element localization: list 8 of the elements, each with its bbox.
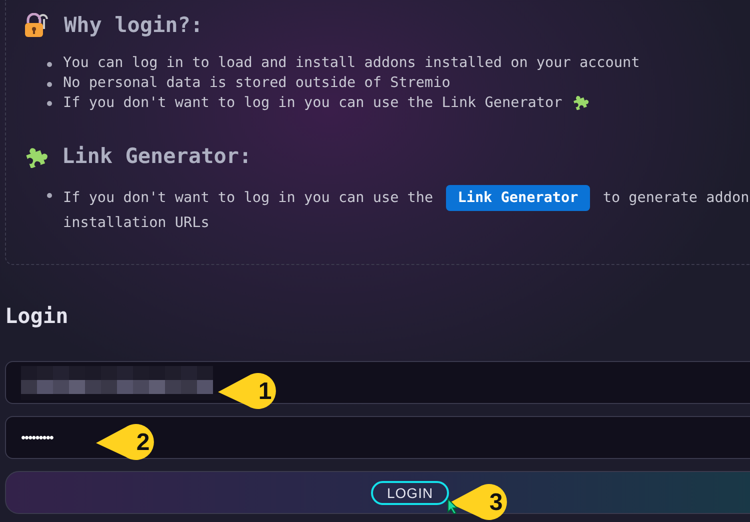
bullet-text: You can log in to load and install addons installed on your account xyxy=(63,55,640,71)
section-heading: Why login?: xyxy=(64,13,204,37)
section-heading: Link Generator: xyxy=(62,144,252,168)
bullet-text: If you don't want to log in you can use the Link Generator to generate addon installation URLs xyxy=(63,184,750,234)
login-heading: Login xyxy=(5,303,70,329)
link-generator-button[interactable]: Link Generator xyxy=(446,184,590,210)
bullet-text: If you don't want to log in you can use the Link Generator xyxy=(63,95,562,111)
bullet-text: No personal data is stored outside of Stremio xyxy=(63,74,450,90)
